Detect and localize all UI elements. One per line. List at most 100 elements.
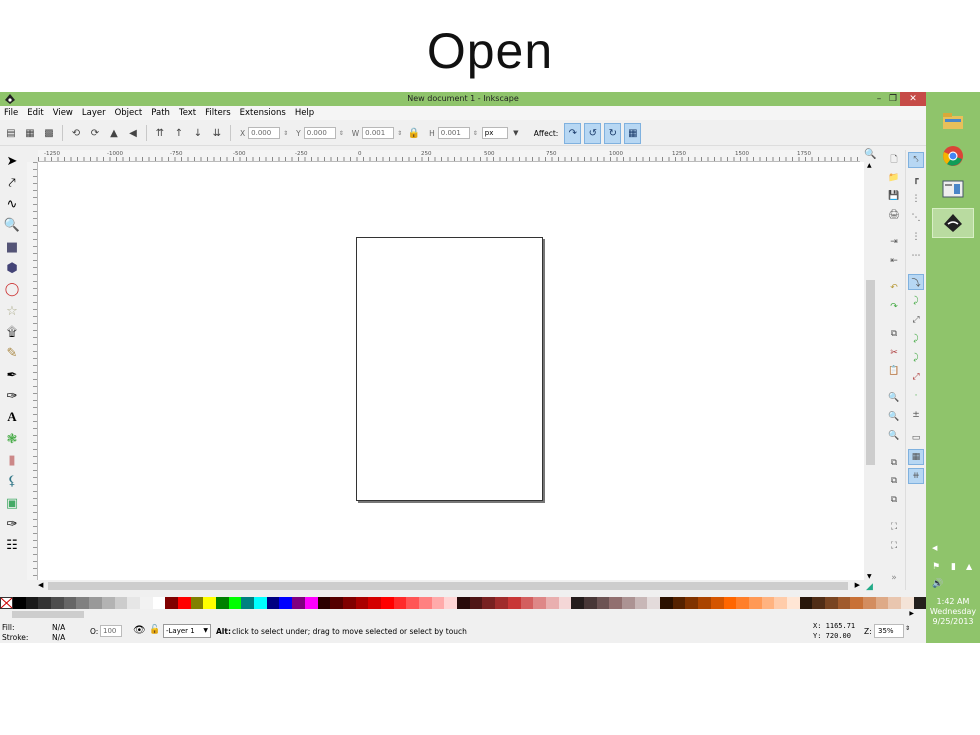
color-swatch[interactable] <box>76 597 90 609</box>
snap-nodes-icon[interactable]: ⤵ <box>908 274 924 290</box>
taskbar-clock[interactable]: 1:42 AM Wednesday 9/25/2013 <box>926 597 980 627</box>
snap-grid-icon[interactable]: ▦ <box>908 449 924 465</box>
fill-value[interactable]: N/A <box>52 623 65 632</box>
color-swatch[interactable] <box>685 597 699 609</box>
snap-rotation-centers-icon[interactable]: ± <box>908 407 924 423</box>
gradient-tool-icon[interactable]: ▣ <box>3 494 21 512</box>
snap-bbox-midpoint-icon[interactable]: ⋮ <box>908 229 924 245</box>
vertical-ruler[interactable] <box>27 162 38 580</box>
deselect-icon[interactable]: ▩ <box>41 125 57 141</box>
import-icon[interactable]: ⇥ <box>886 234 902 250</box>
menu-text[interactable]: Text <box>179 108 196 118</box>
color-swatch[interactable] <box>139 597 153 609</box>
color-swatch[interactable] <box>317 597 331 609</box>
lock-icon[interactable]: 🔒 <box>406 125 422 141</box>
snap-bbox-center-icon[interactable]: ⋯ <box>908 248 924 264</box>
cut-icon[interactable]: ✂ <box>886 345 902 361</box>
tray-volume-icon[interactable]: 🔊 <box>932 579 943 589</box>
color-swatch[interactable] <box>380 597 394 609</box>
color-swatch[interactable] <box>457 597 470 609</box>
unlink-clone-icon[interactable]: ⧉ <box>886 492 902 508</box>
h-input[interactable]: 0.001 <box>437 127 470 139</box>
color-swatch[interactable] <box>419 597 432 609</box>
spray-tool-icon[interactable]: ❃ <box>3 430 21 448</box>
zoom-tool-icon[interactable]: 🔍 <box>3 216 21 234</box>
color-swatch[interactable] <box>127 597 140 609</box>
color-swatch[interactable] <box>355 597 369 609</box>
snap-enable-icon[interactable]: ⤣ <box>908 152 924 168</box>
color-swatch[interactable] <box>583 597 597 609</box>
more-commands-icon[interactable]: » <box>886 570 902 586</box>
color-swatch[interactable] <box>241 597 255 609</box>
color-swatch[interactable] <box>634 597 648 609</box>
spin-icon[interactable]: ⇕ <box>339 130 345 137</box>
menu-view[interactable]: View <box>53 108 73 118</box>
select-all-layers-icon[interactable]: ▦ <box>22 125 38 141</box>
color-swatch[interactable] <box>761 597 775 609</box>
w-input[interactable]: 0.001 <box>362 127 395 139</box>
zoom-ruler-icon[interactable]: 🔍 <box>864 149 876 160</box>
menu-path[interactable]: Path <box>151 108 170 118</box>
color-swatch[interactable] <box>888 597 902 609</box>
color-swatch[interactable] <box>38 597 52 609</box>
opacity-input[interactable]: 100 <box>100 625 122 637</box>
restore-icon[interactable]: ❐ <box>886 92 900 106</box>
vertical-scrollbar[interactable]: ▲ ▼ <box>864 162 877 580</box>
chevron-down-icon[interactable]: ▼ <box>511 125 521 141</box>
color-swatch[interactable] <box>279 597 293 609</box>
color-swatch[interactable] <box>304 597 318 609</box>
snap-paths-icon[interactable]: ⤸ <box>908 293 924 309</box>
zoom-input[interactable]: 35% <box>874 624 904 638</box>
scroll-up-icon[interactable]: ▲ <box>867 162 872 169</box>
rotate-ccw-icon[interactable]: ⟲ <box>68 125 84 141</box>
color-swatch[interactable] <box>444 597 458 609</box>
tweak-tool-icon[interactable]: ∿ <box>3 195 21 213</box>
chrome-icon[interactable] <box>932 141 974 171</box>
color-swatch[interactable] <box>647 597 661 609</box>
color-swatch[interactable] <box>25 597 39 609</box>
color-swatch[interactable] <box>114 597 128 609</box>
eraser-tool-icon[interactable]: ▮ <box>3 451 21 469</box>
spin-icon[interactable]: ⇕ <box>397 130 403 137</box>
color-swatch[interactable] <box>799 597 813 609</box>
horizontal-scroll-thumb[interactable] <box>48 582 848 590</box>
document-page[interactable] <box>356 237 543 501</box>
scroll-down-icon[interactable]: ▼ <box>867 573 872 580</box>
pencil-tool-icon[interactable]: ✎ <box>3 344 21 362</box>
raise-to-top-icon[interactable]: ⇈ <box>152 125 168 141</box>
transform-patterns-icon[interactable]: ▦ <box>624 122 642 144</box>
color-swatch[interactable] <box>596 597 610 609</box>
ungroup-icon[interactable]: ⛶ <box>886 538 902 554</box>
spin-icon[interactable]: ⇕ <box>473 130 479 137</box>
selector-tool-icon[interactable]: ➤ <box>3 152 21 170</box>
scroll-left-icon[interactable]: ◀ <box>38 581 43 589</box>
snap-bbox-corner-icon[interactable]: ⋱ <box>908 210 924 226</box>
export-icon[interactable]: ⇤ <box>886 253 902 269</box>
new-document-icon[interactable]: 🗋 <box>886 152 902 168</box>
snap-bbox-icon[interactable]: ┏ <box>908 172 924 188</box>
color-swatch[interactable] <box>863 597 876 609</box>
unit-select[interactable]: px <box>481 127 508 139</box>
color-swatch[interactable] <box>736 597 749 609</box>
color-swatch[interactable] <box>469 597 483 609</box>
color-swatch[interactable] <box>89 597 102 609</box>
color-swatch[interactable] <box>748 597 762 609</box>
color-swatch[interactable] <box>660 597 673 609</box>
color-swatch[interactable] <box>368 597 381 609</box>
color-swatch[interactable] <box>710 597 724 609</box>
color-swatch[interactable] <box>216 597 229 609</box>
window-app-icon[interactable] <box>932 174 974 204</box>
file-explorer-icon[interactable] <box>932 106 974 136</box>
star-tool-icon[interactable]: ☆ <box>3 302 21 320</box>
no-paint-icon[interactable] <box>0 597 13 609</box>
snap-intersections-icon[interactable]: ⤢ <box>908 312 924 328</box>
scale-corners-icon[interactable]: ↺ <box>584 122 602 144</box>
snap-object-centers-icon[interactable]: ⋅ <box>908 388 924 404</box>
ellipse-tool-icon[interactable]: ◯ <box>3 280 21 298</box>
color-swatch[interactable] <box>545 597 559 609</box>
zoom-drawing-icon[interactable]: 🔍 <box>886 409 902 425</box>
color-swatch[interactable] <box>558 597 572 609</box>
color-swatch[interactable] <box>825 597 838 609</box>
color-swatch[interactable] <box>786 597 800 609</box>
spiral-tool-icon[interactable]: ۩ <box>3 323 21 341</box>
